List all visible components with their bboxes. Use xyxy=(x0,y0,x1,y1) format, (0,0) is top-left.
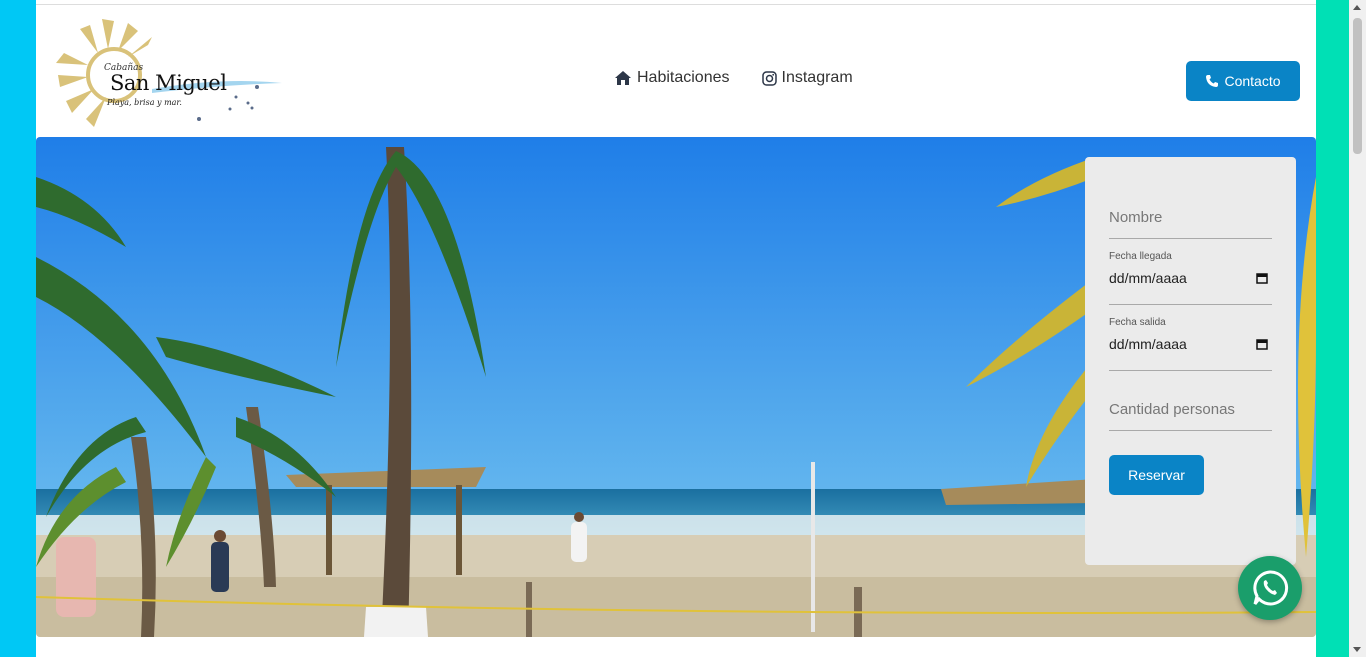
reservation-form: Nombre Fecha llegada dd/mm/aaaa Fecha sa… xyxy=(1085,157,1296,565)
nav-habitaciones[interactable]: Habitaciones xyxy=(614,69,730,87)
scroll-thumb[interactable] xyxy=(1353,18,1362,154)
reserve-button[interactable]: Reservar xyxy=(1109,455,1204,495)
arrival-date-input: dd/mm/aaaa xyxy=(1109,270,1272,286)
scroll-down-icon[interactable] xyxy=(1353,647,1361,652)
calendar-icon[interactable] xyxy=(1256,338,1268,350)
header: Cabañas San Miguel Playa, brisa y mar. H… xyxy=(36,5,1316,137)
departure-date-value: dd/mm/aaaa xyxy=(1109,336,1187,352)
instagram-icon xyxy=(761,70,777,86)
nav-instagram[interactable]: Instagram xyxy=(761,69,853,87)
people-field[interactable]: Cantidad personas xyxy=(1109,371,1272,431)
name-placeholder: Nombre xyxy=(1109,209,1163,226)
phone-icon xyxy=(1206,75,1219,87)
logo[interactable]: Cabañas San Miguel Playa, brisa y mar. xyxy=(52,13,282,131)
reserve-button-label: Reservar xyxy=(1128,467,1185,483)
scroll-up-icon[interactable] xyxy=(1353,5,1361,10)
logo-brand: San Miguel xyxy=(110,71,227,95)
main-nav: Habitaciones Instagram xyxy=(614,69,853,87)
nav-instagram-label: Instagram xyxy=(781,69,853,86)
departure-date-field[interactable]: Fecha salida dd/mm/aaaa xyxy=(1109,305,1272,371)
calendar-icon[interactable] xyxy=(1256,272,1268,284)
arrival-date-label: Fecha llegada xyxy=(1109,251,1172,262)
departure-date-label: Fecha salida xyxy=(1109,317,1166,328)
whatsapp-icon xyxy=(1253,570,1289,606)
name-field[interactable]: Nombre xyxy=(1109,179,1272,239)
contact-button-label: Contacto xyxy=(1224,73,1281,89)
home-icon xyxy=(615,71,631,85)
arrival-date-value: dd/mm/aaaa xyxy=(1109,270,1187,286)
logo-tagline: Playa, brisa y mar. xyxy=(107,98,182,107)
departure-date-input: dd/mm/aaaa xyxy=(1109,336,1272,352)
people-placeholder: Cantidad personas xyxy=(1109,401,1235,418)
scrollbar[interactable] xyxy=(1349,0,1366,657)
whatsapp-button[interactable] xyxy=(1238,556,1302,620)
page-container: Cabañas San Miguel Playa, brisa y mar. H… xyxy=(36,4,1316,657)
arrival-date-field[interactable]: Fecha llegada dd/mm/aaaa xyxy=(1109,239,1272,305)
contact-button[interactable]: Contacto xyxy=(1186,61,1300,101)
nav-habitaciones-label: Habitaciones xyxy=(637,69,730,86)
